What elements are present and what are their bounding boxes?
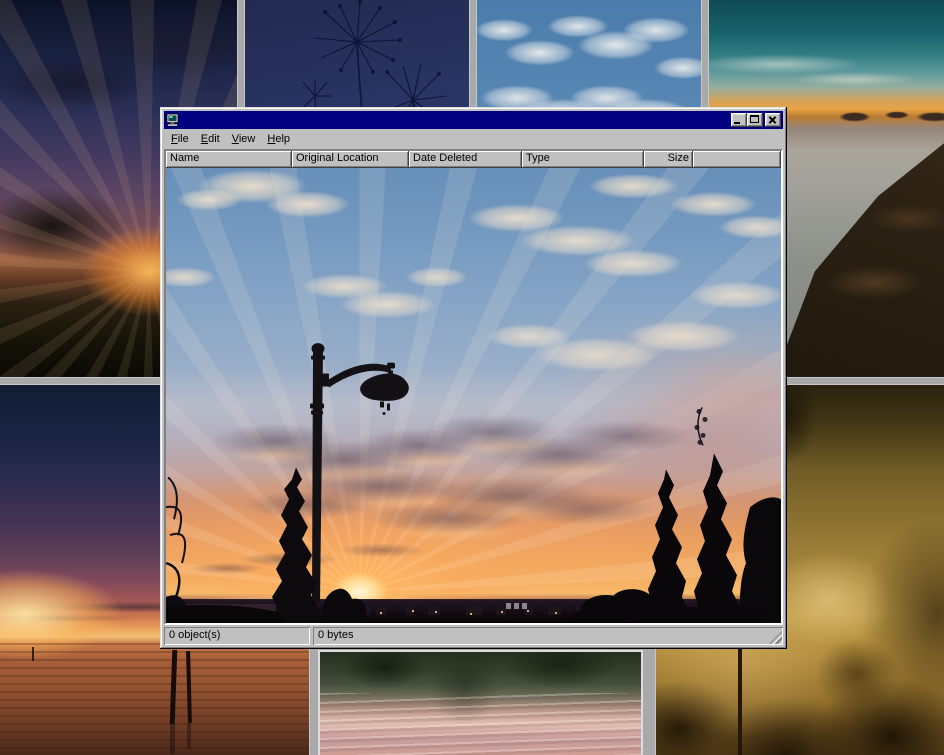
water-stick [32, 647, 34, 661]
column-header-row: Name Original Location Date Deleted Type… [166, 151, 781, 168]
silhouettes [166, 168, 781, 623]
computer-icon[interactable] [166, 113, 180, 127]
titlebar[interactable] [164, 111, 783, 129]
maximize-button[interactable] [747, 113, 763, 127]
photo-watermark-marks [506, 603, 527, 609]
menu-view[interactable]: View [226, 131, 262, 148]
status-bar: 0 object(s) 0 bytes [164, 627, 783, 645]
menu-help[interactable]: Help [261, 131, 296, 148]
desktop: File Edit View Help Name Original Locati… [0, 0, 944, 755]
status-size: 0 bytes [313, 627, 783, 645]
file-list-view[interactable]: Name Original Location Date Deleted Type… [164, 149, 783, 625]
column-header-original-location[interactable]: Original Location [292, 151, 409, 168]
dead-tree-pole [186, 651, 192, 723]
column-header-date-deleted[interactable]: Date Deleted [409, 151, 522, 168]
maximize-icon [750, 115, 759, 123]
pole-reflection [187, 723, 191, 749]
dry-grass-silhouette [166, 477, 185, 597]
column-header-type[interactable]: Type [522, 151, 644, 168]
dead-tree-pole [170, 650, 178, 724]
tall-trees-silhouette [570, 407, 781, 623]
minimize-icon [734, 122, 740, 124]
minimize-button[interactable] [731, 113, 747, 127]
menu-bar: File Edit View Help [164, 129, 783, 149]
column-header-size[interactable]: Size [644, 151, 693, 168]
column-header-name[interactable]: Name [166, 151, 292, 168]
column-header-filler[interactable] [693, 151, 781, 168]
wallpaper-tile-water-reflections [320, 652, 641, 755]
menu-edit[interactable]: Edit [195, 131, 226, 148]
status-objects: 0 object(s) [164, 627, 310, 645]
bush-silhouette [322, 589, 367, 623]
menu-file[interactable]: File [165, 131, 195, 148]
pole-reflection [170, 724, 175, 754]
street-lamp-silhouette [310, 343, 409, 603]
sunset-streetlamp-photo [166, 168, 781, 623]
close-button[interactable] [765, 113, 781, 127]
recycle-bin-window: File Edit View Help Name Original Locati… [160, 107, 787, 649]
